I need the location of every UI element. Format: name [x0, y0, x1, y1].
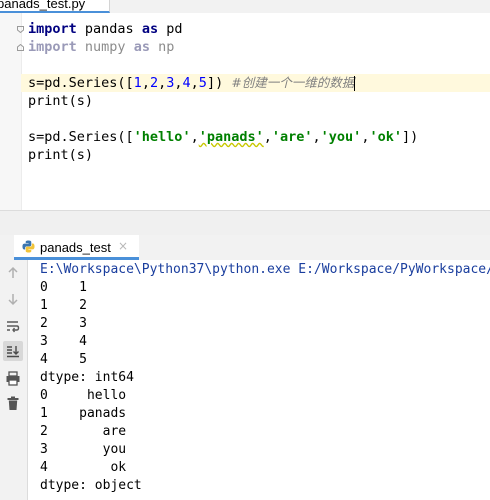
- code-token: ]): [206, 75, 232, 91]
- code-token: ,: [141, 75, 150, 91]
- editor-tab-label: panads_test.py: [0, 0, 86, 11]
- console-output-line: 4 ok: [40, 460, 127, 475]
- code-token: pandas: [76, 21, 142, 37]
- fold-close-icon[interactable]: [17, 44, 24, 51]
- fold-open-icon[interactable]: [17, 26, 24, 33]
- console-output-line: 1 2: [40, 298, 87, 313]
- code-token: 'ok': [369, 129, 402, 145]
- console-output-line: 4 5: [40, 352, 87, 367]
- code-token: import: [28, 21, 77, 37]
- code-token: import: [28, 39, 77, 55]
- code-line[interactable]: s=pd.Series([1,2,3,4,5]) #创建一个一维的数据: [28, 74, 356, 92]
- console-output-line: dtype: int64: [40, 370, 134, 385]
- code-token: pd: [158, 21, 183, 37]
- close-icon[interactable]: ×: [118, 239, 128, 253]
- code-token: print(s): [28, 147, 94, 163]
- trash-icon[interactable]: [3, 393, 23, 413]
- console-output-line: 2 are: [40, 424, 127, 439]
- console-output-line: 3 4: [40, 334, 87, 349]
- editor-gutter: [0, 13, 22, 210]
- code-token: s=pd.Series([: [28, 75, 134, 91]
- run-toolbar: [0, 260, 28, 500]
- code-token: ,: [174, 75, 183, 91]
- text-caret: [354, 75, 356, 91]
- code-token: ,: [190, 75, 199, 91]
- code-token: np: [149, 39, 175, 55]
- console-command-line: E:\Workspace\Python37\python.exe E:/Work…: [40, 262, 490, 277]
- code-token: ,: [158, 75, 167, 91]
- code-token: 1: [133, 75, 142, 91]
- run-tab-label: panads_test: [40, 240, 111, 255]
- up-arrow-icon[interactable]: [3, 263, 23, 283]
- code-token: 'you': [320, 129, 362, 145]
- code-token: 2: [149, 75, 159, 91]
- console-output-line: 0 1: [40, 280, 87, 295]
- code-line[interactable]: import numpy as np: [28, 38, 174, 56]
- code-token: s=pd.Series([: [28, 129, 134, 145]
- code-token: ,: [263, 129, 272, 145]
- code-token: ,: [190, 129, 199, 145]
- console-output-line: 0 hello: [40, 388, 127, 403]
- code-line[interactable]: print(s): [28, 146, 93, 164]
- code-token: as: [141, 21, 159, 37]
- code-line[interactable]: import pandas as pd: [28, 20, 182, 38]
- code-token: 'hello': [133, 129, 191, 145]
- console-output-line: 3 you: [40, 442, 127, 457]
- code-token: as: [133, 39, 150, 55]
- console-output-line: 2 3: [40, 316, 87, 331]
- run-tab-panads-test[interactable]: panads_test ×: [14, 235, 139, 260]
- editor-tab-bar: panads_test.py: [0, 0, 490, 13]
- python-icon: [22, 240, 35, 253]
- code-token: 4: [182, 75, 191, 91]
- console-output-line: dtype: object: [40, 478, 142, 493]
- down-arrow-icon[interactable]: [3, 289, 23, 309]
- code-token: ,: [312, 129, 321, 145]
- code-token: print(s): [28, 93, 94, 109]
- code-token: numpy: [76, 39, 134, 55]
- code-line[interactable]: s=pd.Series(['hello','panads','are','you…: [28, 128, 418, 146]
- code-token: ]): [401, 129, 419, 145]
- editor-tab-panads-test[interactable]: panads_test.py: [0, 0, 110, 13]
- code-token: 'are': [271, 129, 313, 145]
- run-tab-bar: panads_test ×: [0, 235, 490, 261]
- code-editor[interactable]: import pandas as pd import numpy as np s=p…: [0, 13, 490, 210]
- code-token: 'panads': [198, 129, 264, 145]
- console-output-line: 1 panads: [40, 406, 127, 421]
- code-token: #创建一个一维的数据: [231, 75, 355, 90]
- scroll-to-end-icon[interactable]: [3, 341, 23, 361]
- console-output[interactable]: E:\Workspace\Python37\python.exe E:/Work…: [28, 260, 490, 500]
- print-icon[interactable]: [3, 368, 23, 388]
- code-line[interactable]: print(s): [28, 92, 93, 110]
- soft-wrap-icon[interactable]: [3, 316, 23, 336]
- code-token: 5: [198, 75, 207, 91]
- editor-divider[interactable]: [0, 210, 490, 236]
